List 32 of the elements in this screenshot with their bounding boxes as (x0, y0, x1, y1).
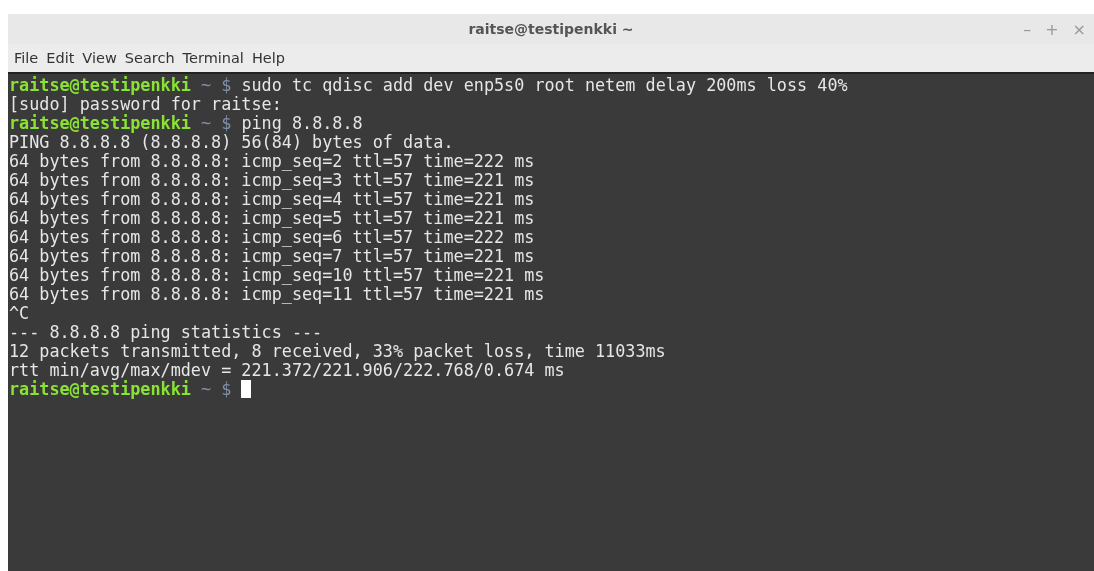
output-text: --- 8.8.8.8 ping statistics --- (9, 323, 323, 342)
output-text: 64 bytes from 8.8.8.8: icmp_seq=5 ttl=57 time=221 ms (9, 209, 535, 228)
prompt-path: ~ (200, 114, 212, 133)
output-text: rtt min/avg/max/mdev = 221.372/221.906/222.768/0.674 ms (9, 361, 565, 380)
prompt-symbol: $ (221, 114, 232, 133)
menu-item[interactable]: File (10, 50, 43, 66)
menu-item[interactable]: Search (120, 50, 179, 66)
output-text: 64 bytes from 8.8.8.8: icmp_seq=6 ttl=57 time=222 ms (9, 228, 535, 247)
prompt-user-host: raitse@testipenkki (9, 114, 191, 133)
menu-item[interactable]: Edit (42, 50, 79, 66)
prompt-user-host: raitse@testipenkki (9, 380, 191, 399)
output-text: PING 8.8.8.8 (8.8.8.8) 56(84) bytes of data. (9, 133, 454, 152)
output-text: 64 bytes from 8.8.8.8: icmp_seq=3 ttl=57 time=221 ms (9, 171, 535, 190)
menu-item[interactable]: Terminal (178, 50, 248, 66)
prompt-path: ~ (200, 380, 212, 399)
output-text: 64 bytes from 8.8.8.8: icmp_seq=10 ttl=57 time=221 ms (9, 266, 545, 285)
prompt-symbol: $ (221, 380, 232, 399)
menu-item[interactable]: Help (247, 50, 289, 66)
output-text: 64 bytes from 8.8.8.8: icmp_seq=4 ttl=57 time=221 ms (9, 190, 535, 209)
output-text: [sudo] password for raitse: (9, 95, 282, 114)
window-title: raitse@testipenkki ~ (468, 21, 634, 37)
prompt-user-host: raitse@testipenkki (9, 76, 191, 95)
menu-item[interactable]: View (78, 50, 121, 66)
output-text: 12 packets transmitted, 8 received, 33% packet loss, time 11033ms (9, 342, 666, 361)
prompt-symbol: $ (221, 76, 232, 95)
output-text: ^C (9, 304, 30, 323)
command-text: ping 8.8.8.8 (241, 114, 363, 133)
prompt-path: ~ (200, 76, 212, 95)
output-text: 64 bytes from 8.8.8.8: icmp_seq=11 ttl=57 time=221 ms (9, 285, 545, 304)
output-text: 64 bytes from 8.8.8.8: icmp_seq=2 ttl=57 time=222 ms (9, 152, 535, 171)
output-text: 64 bytes from 8.8.8.8: icmp_seq=7 ttl=57 time=221 ms (9, 247, 535, 266)
command-text: sudo tc qdisc add dev enp5s0 root netem delay 200ms loss 40% (241, 76, 848, 95)
